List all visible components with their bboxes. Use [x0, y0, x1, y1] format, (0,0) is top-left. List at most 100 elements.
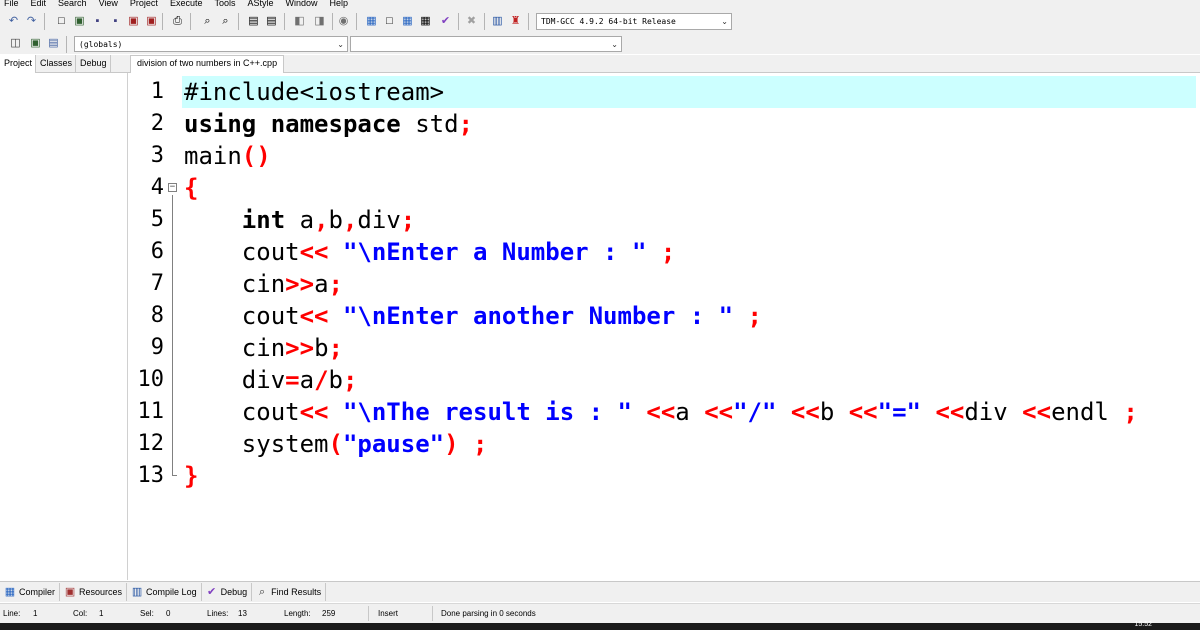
- code-line[interactable]: 4−{: [128, 172, 1200, 204]
- code-token-plain: b: [328, 206, 343, 234]
- current-code-line[interactable]: 1 #include<iostream>: [151, 76, 1196, 108]
- unindent-icon[interactable]: ◧: [292, 14, 307, 29]
- new-file-icon[interactable]: □: [54, 14, 69, 29]
- menu-item-window[interactable]: Window: [286, 0, 318, 8]
- tab-debug[interactable]: Debug: [76, 55, 111, 73]
- print-icon[interactable]: ⎙: [170, 14, 185, 29]
- tab-compile-log[interactable]: ▥ Compile Log: [127, 583, 202, 601]
- tab-project[interactable]: Project: [0, 55, 37, 73]
- code-token-kw: using namespace: [184, 110, 401, 138]
- check-icon[interactable]: ✔: [438, 14, 453, 29]
- menu-item-tools[interactable]: Tools: [214, 0, 235, 8]
- editor-file-tab[interactable]: division of two numbers in C++.cpp: [130, 55, 285, 73]
- class-browser-icon[interactable]: ◫: [8, 36, 23, 51]
- code-editor[interactable]: 1 #include<iostream> 2 using namespace std;…: [128, 73, 1200, 580]
- code-token-op: ;: [733, 302, 762, 330]
- code-token-plain: cout: [184, 238, 300, 266]
- function-select[interactable]: ⌄: [350, 36, 622, 52]
- menu-item-execute[interactable]: Execute: [170, 0, 203, 8]
- code-text: cout<< "\nThe result is : " <<a <<"/" <<…: [184, 396, 1138, 428]
- code-token-plain: div: [184, 366, 286, 394]
- code-token-op: }: [184, 462, 199, 490]
- code-token-plain: cin: [184, 334, 286, 362]
- save-icon[interactable]: ▪: [90, 14, 105, 29]
- scope-select-value: (globals): [79, 39, 123, 49]
- bookmark-icon[interactable]: ▤: [264, 14, 279, 29]
- chevron-down-icon: ⌄: [721, 17, 728, 26]
- tab-debug[interactable]: ✔ Debug: [202, 583, 253, 601]
- code-token-str: "pause": [342, 430, 445, 458]
- goto-icon[interactable]: ▤: [246, 14, 261, 29]
- undo-icon[interactable]: ↶: [6, 14, 21, 29]
- taskbar: 15:52: [0, 621, 1200, 630]
- code-line[interactable]: 12 system("pause") ;: [128, 428, 1200, 460]
- menu-item-search[interactable]: Search: [58, 0, 87, 8]
- project-panel: Project Classes Debug: [0, 55, 128, 580]
- scope-select[interactable]: (globals) ⌄: [74, 36, 348, 52]
- code-line[interactable]: 8 cout<< "\nEnter another Number : " ;: [128, 300, 1200, 332]
- code-text: using namespace std;: [184, 108, 473, 140]
- line-number: 11: [137, 399, 165, 424]
- code-token-str: "\nEnter another Number : ": [342, 302, 734, 330]
- code-line[interactable]: 11 cout<< "\nThe result is : " <<a <<"/"…: [128, 396, 1200, 428]
- insert-icon[interactable]: ▣: [28, 36, 43, 51]
- menu-item-project[interactable]: Project: [130, 0, 158, 8]
- code-token-op: ;: [458, 110, 473, 138]
- code-token-op: ;: [328, 334, 343, 362]
- menu-item-help[interactable]: Help: [330, 0, 349, 8]
- code-line[interactable]: 5 int a,b,div;: [128, 204, 1200, 236]
- menu-item-view[interactable]: View: [99, 0, 118, 8]
- bottom-tab-label: Find Results: [271, 587, 322, 597]
- toggle-icon[interactable]: ▤: [46, 36, 61, 51]
- stop-icon[interactable]: ✖: [464, 14, 479, 29]
- menu-item-file[interactable]: File: [4, 0, 19, 8]
- bar-chart-icon: ▥: [131, 586, 143, 598]
- find-icon[interactable]: ⌕: [200, 14, 215, 29]
- redo-icon[interactable]: ↷: [24, 14, 39, 29]
- tab-resources[interactable]: ▣ Resources: [60, 583, 128, 601]
- run-icon[interactable]: □: [382, 14, 397, 29]
- code-token-op: <<: [704, 398, 734, 426]
- rebuild-icon[interactable]: ▦: [418, 14, 433, 29]
- tab-classes[interactable]: Classes: [36, 55, 77, 73]
- compile-icon[interactable]: ▦: [364, 14, 379, 29]
- comment-icon[interactable]: ◉: [336, 14, 351, 29]
- compiler-select[interactable]: TDM-GCC 4.9.2 64-bit Release ⌄: [536, 13, 732, 30]
- indent-icon[interactable]: ◨: [312, 14, 327, 29]
- save-all-icon[interactable]: ▪: [108, 14, 123, 29]
- menu-item-astyle[interactable]: AStyle: [247, 0, 273, 8]
- code-line[interactable]: 13}: [128, 460, 1200, 492]
- line-number: 4: [150, 175, 164, 200]
- close-all-icon[interactable]: ▣: [144, 14, 159, 29]
- chart-icon[interactable]: ▥: [490, 14, 505, 29]
- code-token-op: (: [328, 430, 343, 458]
- code-token-op: <<: [1022, 398, 1052, 426]
- code-line[interactable]: 2 using namespace std;: [128, 108, 1200, 140]
- tab-find-results[interactable]: ⌕ Find Results: [252, 583, 327, 601]
- code-line[interactable]: 6 cout<< "\nEnter a Number : " ;: [128, 236, 1200, 268]
- line-number: 1: [150, 79, 164, 104]
- code-token-op: ;: [458, 430, 488, 458]
- line-number: 8: [150, 303, 164, 328]
- code-text: cout<< "\nEnter another Number : " ;: [184, 300, 762, 332]
- code-line[interactable]: 10 div=a/b;: [128, 364, 1200, 396]
- fold-collapse-icon[interactable]: −: [168, 183, 177, 192]
- find-icon: ⌕: [259, 586, 266, 598]
- code-line[interactable]: 7 cin>>a;: [128, 268, 1200, 300]
- bottom-tab-label: Compile Log: [146, 587, 197, 597]
- code-token-op: ;: [400, 206, 416, 234]
- code-line[interactable]: 3 main(): [128, 140, 1200, 172]
- compile-run-icon[interactable]: ▦: [400, 14, 415, 29]
- code-line[interactable]: 9 cin>>b;: [128, 332, 1200, 364]
- replace-icon[interactable]: ⌕: [218, 14, 233, 29]
- open-file-icon[interactable]: ▣: [72, 14, 87, 29]
- code-token-op: <<: [631, 398, 676, 426]
- close-file-icon[interactable]: ▣: [126, 14, 141, 29]
- code-token-op: <<: [299, 398, 343, 426]
- menu-item-edit[interactable]: Edit: [31, 0, 47, 8]
- status-col-value: 1: [99, 609, 104, 618]
- profile-icon[interactable]: ♜: [508, 14, 523, 29]
- tab-compiler[interactable]: ▦ Compiler: [0, 583, 61, 601]
- code-token-op: <<: [299, 302, 343, 330]
- toolbar-separator: [284, 13, 285, 30]
